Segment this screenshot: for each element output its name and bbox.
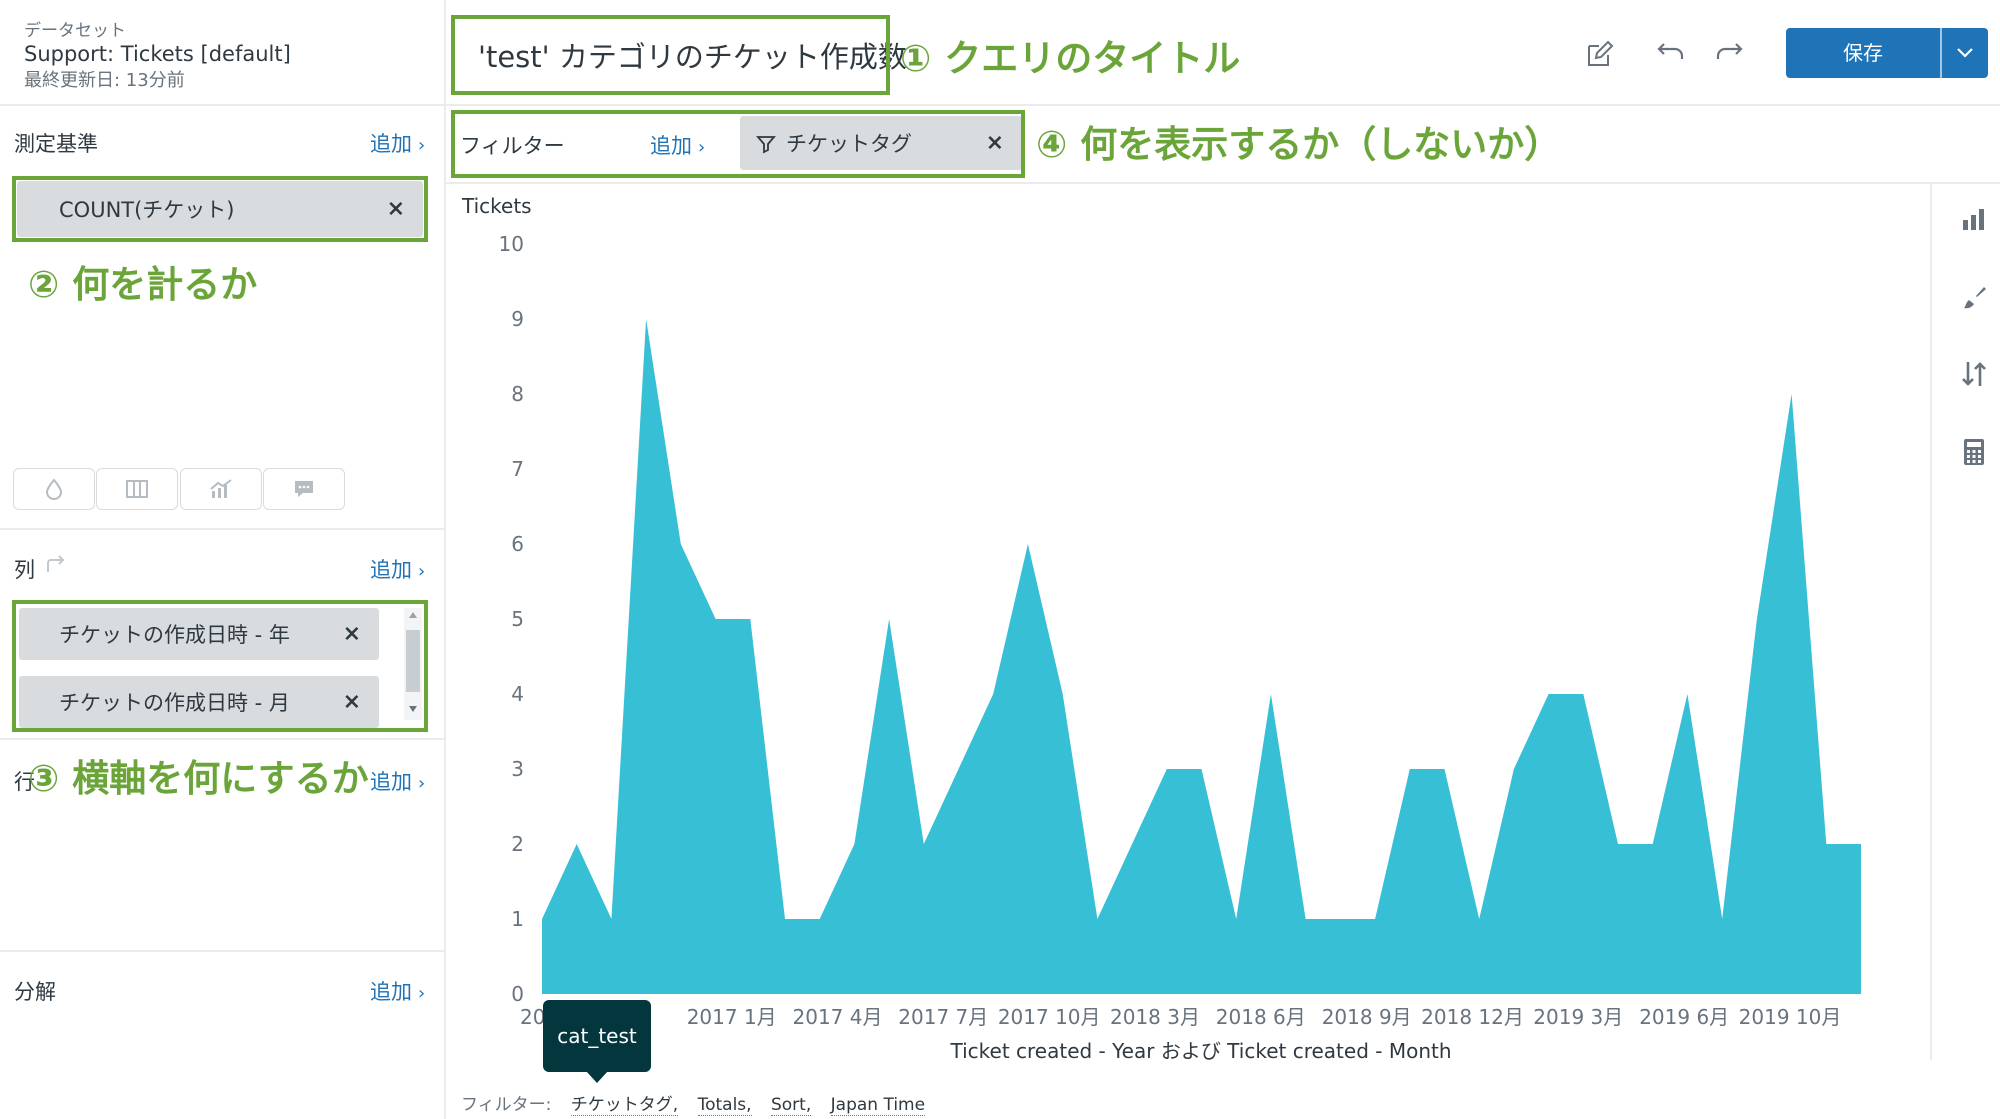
save-button[interactable]: 保存 (1786, 28, 1940, 78)
y-tick-label: 3 (511, 757, 524, 781)
x-tick-label: 2018 6月 (1216, 1005, 1306, 1029)
chevron-right-icon: › (418, 135, 426, 156)
x-tick-label: 2017 7月 (898, 1005, 988, 1029)
x-tick-label: 2017 1月 (687, 1005, 777, 1029)
divider (0, 738, 444, 740)
edit-icon[interactable] (1586, 40, 1614, 68)
columns-label: 列 (14, 558, 35, 582)
annotation-title-note: ① クエリのタイトル (900, 37, 1241, 80)
query-sidebar: データセット Support: Tickets [default] 最終更新日:… (0, 0, 446, 1119)
footer-filter-link[interactable]: チケットタグ, (570, 1095, 679, 1116)
annotation-box-title (451, 15, 890, 95)
columns-icon (126, 480, 148, 498)
y-tick-label: 1 (511, 907, 524, 931)
add-row-link[interactable]: 追加 › (370, 766, 425, 796)
y-tick-label: 5 (511, 607, 524, 631)
add-column-link[interactable]: 追加 › (370, 554, 425, 584)
save-button-group[interactable]: 保存 (1786, 28, 1988, 78)
visual-tab-droplet[interactable] (13, 468, 95, 510)
y-tick-label: 6 (511, 532, 524, 556)
chart-tooltip: cat_test (543, 1000, 651, 1083)
dataset-name[interactable]: Support: Tickets [default] (24, 42, 291, 66)
visual-tab-chart[interactable] (180, 468, 262, 510)
footer-label: フィルター: (461, 1095, 552, 1115)
y-tick-label: 4 (511, 682, 524, 706)
area-chart: Tickets 012345678910 201610月2017 1月2017 … (461, 194, 1861, 1063)
footer-totals-link[interactable]: Totals, (697, 1095, 752, 1116)
y-tick-label: 7 (511, 457, 524, 481)
paintbrush-icon[interactable] (1958, 282, 1990, 314)
footer-timezone-link[interactable]: Japan Time (830, 1095, 926, 1116)
y-axis-ticks: 0 1 2 3 4 5 6 7 8 9 10 (499, 232, 524, 1006)
annotation-box-filters (451, 110, 1025, 178)
x-tick-label: 2019 10月 (1739, 1005, 1842, 1029)
add-metric-link[interactable]: 追加 › (370, 128, 425, 158)
divider (0, 528, 444, 530)
annotation-filter-note: ④ 何を表示するか（しないか） (1036, 123, 1562, 166)
add-row-label[interactable]: 追加 (370, 770, 412, 794)
x-tick-label: 2019 6月 (1639, 1005, 1729, 1029)
y-tick-label: 0 (511, 982, 524, 1006)
annotation-box-columns (12, 600, 428, 732)
rail-divider (1930, 184, 1932, 1060)
chart-footer: フィルター: チケットタグ, Totals, Sort, Japan Time (461, 1090, 926, 1116)
x-axis-ticks: 201610月2017 1月2017 4月2017 7月2017 10月2018… (520, 1005, 1841, 1029)
area-series[interactable] (542, 319, 1861, 994)
y-tick-label: 10 (499, 232, 524, 256)
calculator-icon[interactable] (1958, 436, 1990, 468)
y-axis-label: Tickets (461, 194, 532, 218)
annotation-axis-note: ③ 横軸を何にするか (28, 757, 369, 800)
y-tick-label: 8 (511, 382, 524, 406)
swap-icon[interactable] (44, 554, 68, 576)
y-tick-label: 2 (511, 832, 524, 856)
visual-tab-comment[interactable] (263, 468, 345, 510)
add-explode-link[interactable]: 追加 › (370, 976, 425, 1006)
x-axis-label: Ticket created - Year および Ticket created… (949, 1039, 1451, 1063)
undo-icon[interactable] (1656, 40, 1686, 66)
tooltip-text: cat_test (557, 1024, 637, 1048)
divider (0, 950, 444, 952)
chart-icon (210, 479, 232, 498)
sort-icon[interactable] (1958, 358, 1990, 390)
x-tick-label: 2019 3月 (1533, 1005, 1623, 1029)
chevron-right-icon: › (418, 773, 426, 794)
add-explode-label[interactable]: 追加 (370, 980, 412, 1004)
dataset-caption: データセット (24, 21, 126, 41)
divider (444, 104, 2000, 106)
x-tick-label: 2018 9月 (1322, 1005, 1412, 1029)
x-tick-label: 2017 4月 (793, 1005, 883, 1029)
add-metric-label[interactable]: 追加 (370, 132, 412, 156)
x-tick-label: 2018 12月 (1421, 1005, 1524, 1029)
explode-label: 分解 (14, 980, 56, 1004)
bar-chart-icon[interactable] (1958, 204, 1990, 236)
droplet-icon (45, 478, 63, 500)
chevron-right-icon: › (418, 561, 426, 582)
x-tick-label: 2018 3月 (1110, 1005, 1200, 1029)
annotation-metric-note: ② 何を計るか (28, 263, 258, 306)
chevron-right-icon: › (418, 983, 426, 1004)
chevron-down-icon (1957, 48, 1973, 58)
redo-icon[interactable] (1714, 40, 1744, 66)
visual-tab-columns[interactable] (96, 468, 178, 510)
tooltip-arrow (586, 1071, 608, 1083)
x-tick-label: 2017 10月 (998, 1005, 1101, 1029)
annotation-box-metric (12, 176, 428, 242)
y-tick-label: 9 (511, 307, 524, 331)
footer-sort-link[interactable]: Sort, (770, 1095, 812, 1116)
add-column-label[interactable]: 追加 (370, 558, 412, 582)
dataset-updated: 最終更新日: 13分前 (24, 70, 185, 91)
divider (0, 104, 444, 106)
metrics-label: 測定基準 (14, 132, 98, 156)
save-options-button[interactable] (1942, 28, 1988, 78)
comment-icon (295, 481, 313, 497)
